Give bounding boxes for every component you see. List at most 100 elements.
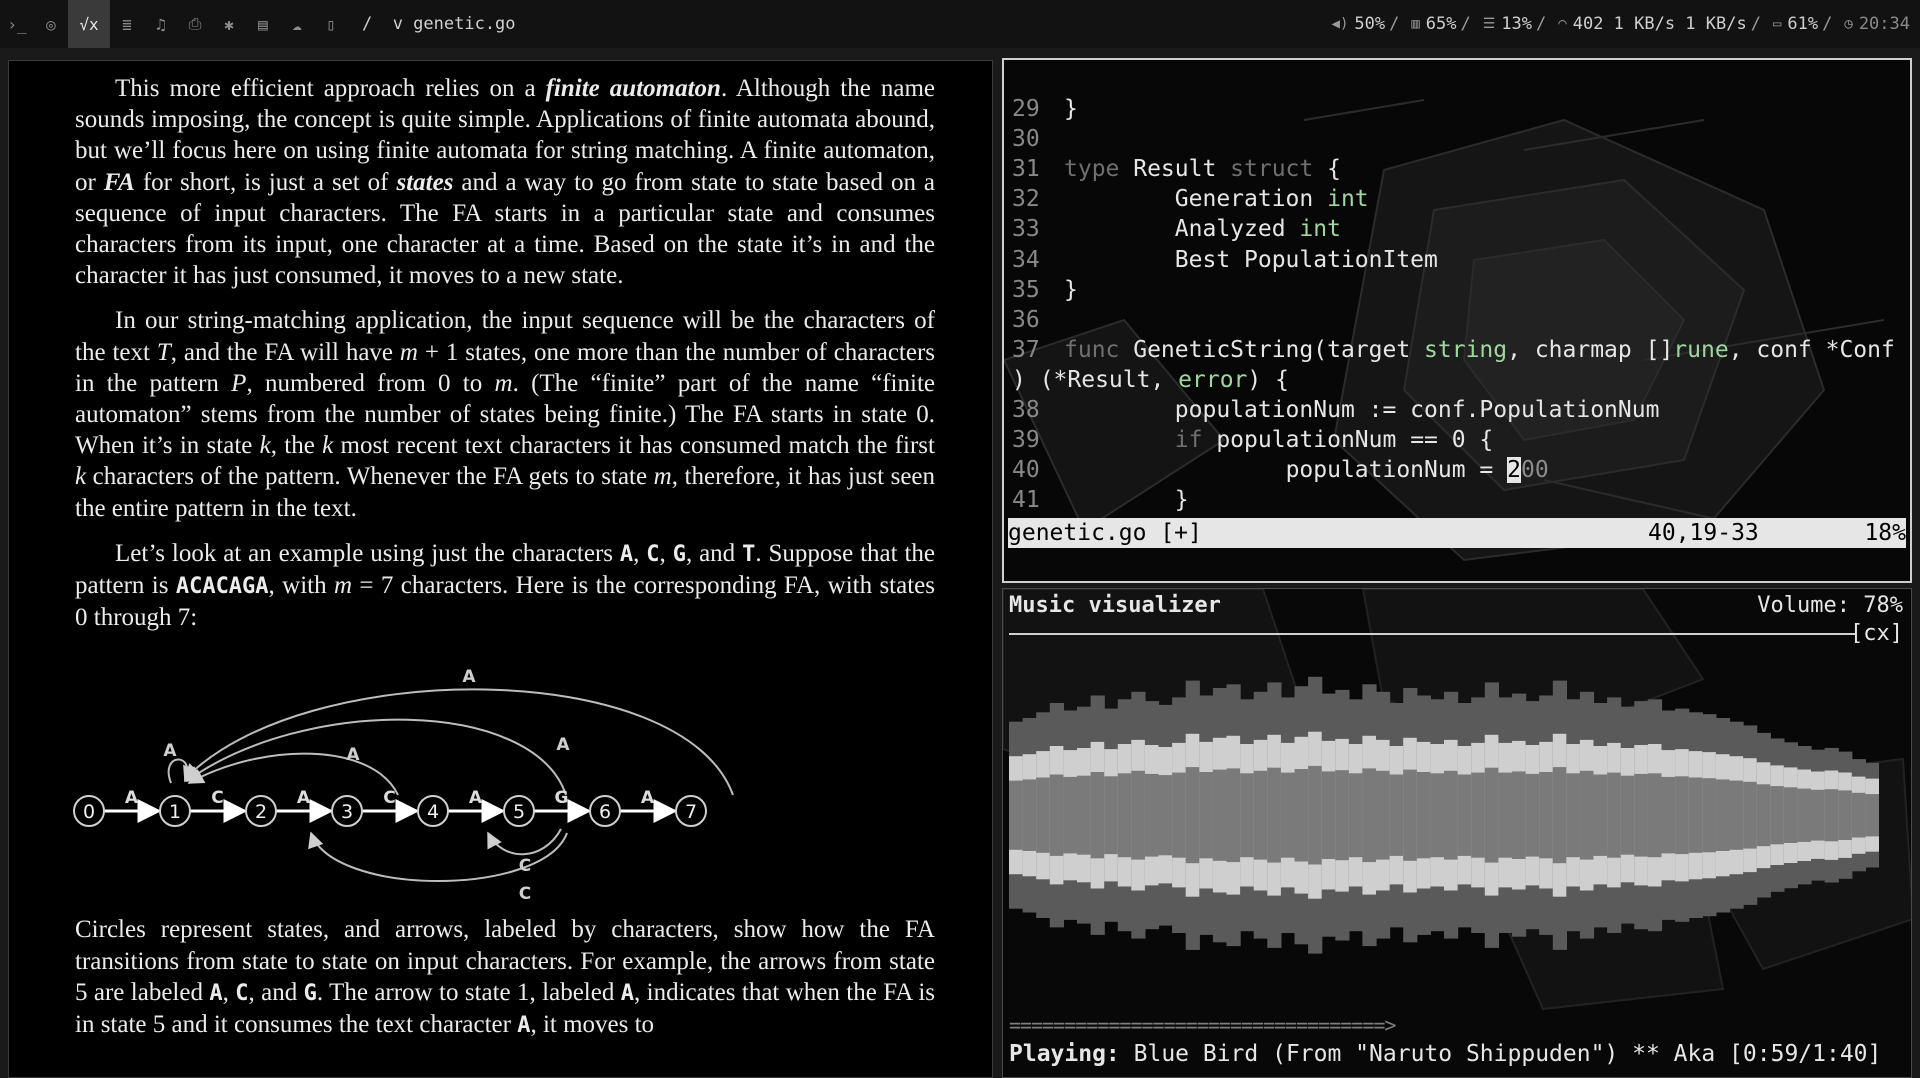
spectrum-bar (1729, 780, 1744, 850)
spectrum-bar (1838, 790, 1853, 840)
spectrum-bar (1579, 770, 1595, 860)
code-line: 29} (1012, 96, 1078, 123)
label-7-to-1: A (462, 667, 476, 687)
spectrum-bar (1022, 779, 1037, 851)
browser-icon[interactable]: ◎ (34, 0, 68, 48)
automaton-figure: A C A C A G A 0 1 2 3 4 5 6 7 A A A A C C (73, 647, 935, 902)
state-label: 4 (427, 801, 439, 823)
spectrum-bar (1824, 789, 1839, 842)
code-line: 33 Analyzed int (1012, 216, 1341, 243)
book-icon[interactable]: ▯ (314, 0, 348, 48)
spectrum-bar (1104, 776, 1119, 855)
code-line: 32 Generation int (1012, 186, 1369, 213)
separator: / (1460, 14, 1471, 34)
printer-icon[interactable]: ⎙ (178, 0, 212, 48)
statusline-percent: 18% (1864, 520, 1906, 546)
spectrum-bar (1063, 776, 1078, 854)
spectrum-bars (1009, 676, 1879, 954)
spectrum-bar (1675, 776, 1690, 855)
spectrum-bar (1389, 774, 1404, 856)
spectrum-bar (1009, 780, 1024, 850)
separator: / (1822, 14, 1833, 34)
spectrum-bar (1783, 787, 1798, 843)
stack-icon[interactable]: ▤ (246, 0, 280, 48)
code-line-wrap: ) (*Result, error) { (1012, 366, 1289, 393)
spectrum-bar (1253, 770, 1268, 860)
spectrum-bar (1797, 788, 1812, 842)
forward-label: A (641, 788, 655, 808)
vim-editor[interactable]: 29} 30 31 type Result struct {32 Generation… (1002, 58, 1912, 583)
spectrum-bar (1185, 767, 1200, 864)
spectrum-bar (1498, 772, 1513, 858)
spectrum-bar (1362, 768, 1377, 863)
chat-icon[interactable]: ☁ (280, 0, 314, 48)
spectrum-bar (1512, 771, 1527, 859)
spectrum-bar (1756, 784, 1771, 847)
spectrum-bar (1172, 772, 1187, 858)
state-label: 7 (685, 801, 697, 823)
code-line: 34 Best PopulationItem (1012, 246, 1438, 273)
battery-value: 61% (1787, 14, 1819, 34)
top-bar: ›_ ◎ √x ≣ ♫ ⎙ ✱ ▤ ☁ ▯ / v genetic.go ◀) 50% / ▥ 6… (0, 0, 1920, 48)
label-self-1: A (163, 741, 177, 761)
playback-progress[interactable]: ==================================> (1009, 1013, 1396, 1037)
state-label: 2 (255, 801, 267, 823)
spectrum-bar (1688, 777, 1703, 853)
spectrum-bar (1226, 768, 1241, 863)
cpu-value: 13% (1501, 14, 1533, 34)
forward-label: C (211, 788, 223, 808)
volume-icon[interactable]: ◀) (1332, 16, 1349, 32)
spectrum-bar (1702, 778, 1717, 853)
spectrum-bar (1811, 789, 1826, 841)
paragraph: In our string-matching application, the … (75, 307, 936, 522)
editor-statusline: genetic.go [+] 40,19-33 18% (1008, 518, 1906, 548)
spectrum-bar (1715, 779, 1731, 851)
spectrum-bar (1077, 775, 1092, 855)
music-icon[interactable]: ♫ (144, 0, 178, 48)
spectrum-bar (1117, 773, 1132, 858)
spectrum-bar (1647, 773, 1663, 858)
track-title: Blue Bird (From "Naruto Shippuden") ** A… (1119, 1041, 1882, 1067)
spectrum-bar (1348, 773, 1363, 858)
battery-icon: ▭ (1772, 16, 1782, 32)
code-area[interactable]: 29} 30 31 type Result struct {32 Generation… (1012, 64, 1902, 546)
label-5-to-4: C (519, 856, 531, 876)
separator: / (1750, 14, 1761, 34)
volume-value: 50% (1354, 14, 1386, 34)
self-loop-1 (167, 759, 198, 784)
paragraph: This more efficient approach relies on a… (75, 75, 936, 290)
spectrum-bar (1865, 794, 1879, 837)
cpu-icon: ☰ (1482, 16, 1496, 32)
code-line: 38 populationNum := conf.PopulationNum (1012, 397, 1660, 424)
visualizer-title: Music visualizer (1009, 593, 1221, 618)
database-icon[interactable]: ≣ (110, 0, 144, 48)
music-visualizer[interactable]: Music visualizer Volume: 78% [cx] ======… (1002, 588, 1912, 1078)
terminal-icon[interactable]: ›_ (0, 0, 34, 48)
automaton-diagram: A C A C A G A 0 1 2 3 4 5 6 7 A A A A C C (73, 667, 734, 902)
window-breadcrumb: / v genetic.go (362, 14, 516, 34)
state-label: 6 (599, 801, 611, 823)
forward-label: C (383, 788, 395, 808)
spectrum-bar (1471, 772, 1486, 858)
mode-indicator[interactable]: [cx] (1850, 621, 1903, 646)
spectrum-bar (1131, 770, 1146, 860)
spectrum-bar (1158, 775, 1173, 856)
math-icon[interactable]: √x (68, 0, 110, 48)
arc-5-to-4 (487, 828, 562, 856)
header-rule (1009, 633, 1855, 635)
statusline-filename: genetic.go [+] (1008, 520, 1202, 546)
spectrum-bar (1552, 767, 1567, 864)
spectrum-bar (1144, 773, 1160, 857)
arc-7-to-1 (183, 688, 734, 796)
document-viewer[interactable]: This more efficient approach relies on a… (8, 60, 993, 1078)
code-line: 40 populationNum = 200 (1012, 457, 1549, 484)
spectrum-bar (1634, 773, 1649, 857)
code-line: 39 if populationNum == 0 { (1012, 427, 1494, 454)
spectrum-bar (1240, 773, 1255, 858)
wifi-icon[interactable]: ◠ (1558, 16, 1566, 32)
spectrum-bar (1484, 767, 1499, 863)
label-5-to-2: C (519, 884, 531, 902)
status-area: ◀) 50% / ▥ 65% / ☰ 13% / ◠ 402 1 KB/s 1 … (1324, 14, 1910, 34)
spectrum-bar (1525, 773, 1540, 857)
bug-icon[interactable]: ✱ (212, 0, 246, 48)
